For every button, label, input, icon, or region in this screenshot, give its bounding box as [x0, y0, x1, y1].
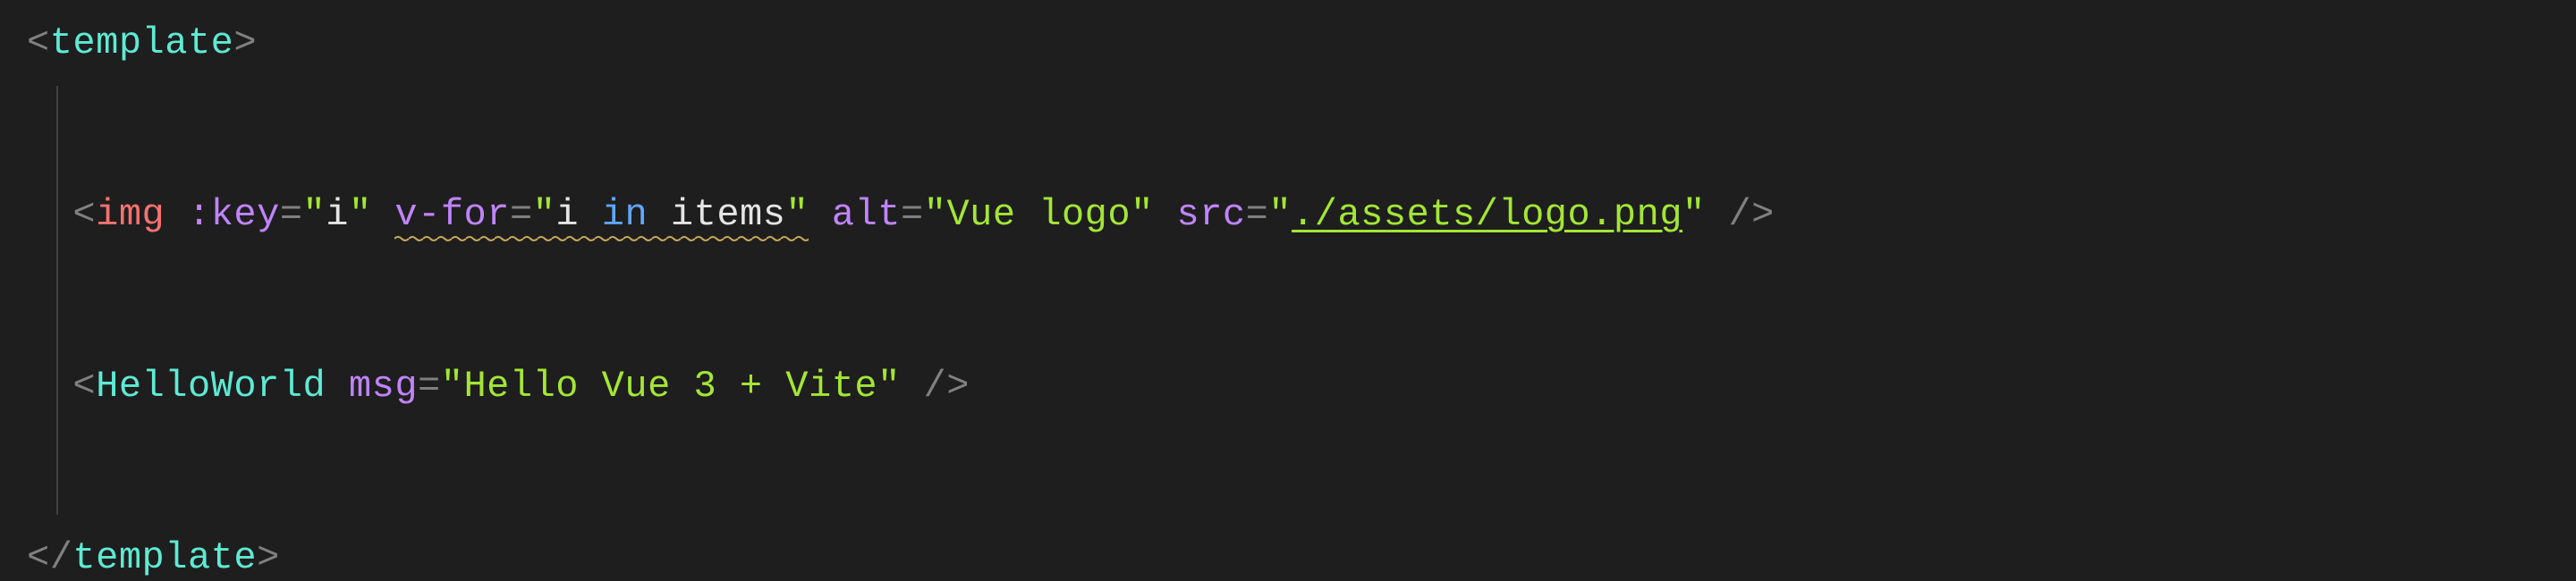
space [372, 196, 395, 233]
attr-vfor: v-for [394, 193, 510, 236]
quote: " [349, 196, 372, 233]
tag-helloworld: HelloWorld [96, 367, 326, 405]
code-line-blank[interactable] [0, 86, 2576, 172]
punct-close: > [233, 24, 257, 62]
punct-selfclose: /> [901, 367, 970, 405]
code-editor[interactable]: <template> <img :key="i" v-for="i in ite… [0, 0, 2576, 581]
punct-open: < [27, 24, 50, 62]
punct-close: > [257, 539, 280, 577]
punct-eq: = [418, 367, 441, 405]
code-line-blank[interactable] [0, 429, 2576, 515]
indent [27, 367, 72, 405]
punct-eq: = [1246, 196, 1269, 233]
punct-eq: = [280, 196, 303, 233]
punct-eq: = [901, 196, 924, 233]
quote: " [1268, 196, 1292, 233]
quote: " [785, 193, 809, 236]
string-alt: "Vue logo" [924, 196, 1154, 233]
quote: " [1682, 196, 1706, 233]
space [165, 196, 188, 233]
code-line[interactable]: <HelloWorld msg="Hello Vue 3 + Vite" /> [0, 343, 2576, 429]
quote: " [533, 193, 556, 236]
attr-key: :key [188, 196, 280, 233]
punct-selfclose: /> [1706, 196, 1775, 233]
code-line[interactable]: </template> [0, 515, 2576, 581]
attr-src: src [1177, 196, 1246, 233]
code-line-blank[interactable] [0, 257, 2576, 343]
string-src-path-link[interactable]: ./assets/logo.png [1292, 196, 1682, 233]
attr-msg: msg [349, 367, 418, 405]
attr-alt: alt [832, 196, 901, 233]
code-line[interactable]: <template> [0, 0, 2576, 86]
tag-template: template [50, 24, 234, 62]
code-line[interactable]: <img :key="i" v-for="i in items" alt="Vu… [0, 172, 2576, 257]
punct-open: < [72, 196, 96, 233]
quote: " [303, 196, 326, 233]
punct-open: </ [27, 539, 72, 577]
space [326, 367, 349, 405]
indent [27, 196, 72, 233]
space [809, 196, 832, 233]
punct-open: < [72, 367, 96, 405]
var-i: i [326, 196, 349, 233]
var-i: i [555, 193, 579, 236]
lint-warning-squiggle: v-for="i in items" [394, 196, 809, 233]
string-msg: "Hello Vue 3 + Vite" [441, 367, 901, 405]
tag-template: template [72, 539, 257, 577]
punct-eq: = [510, 193, 533, 236]
tag-img: img [96, 196, 165, 233]
keyword-in: in [579, 193, 671, 236]
space [1154, 196, 1177, 233]
var-items: items [671, 193, 786, 236]
